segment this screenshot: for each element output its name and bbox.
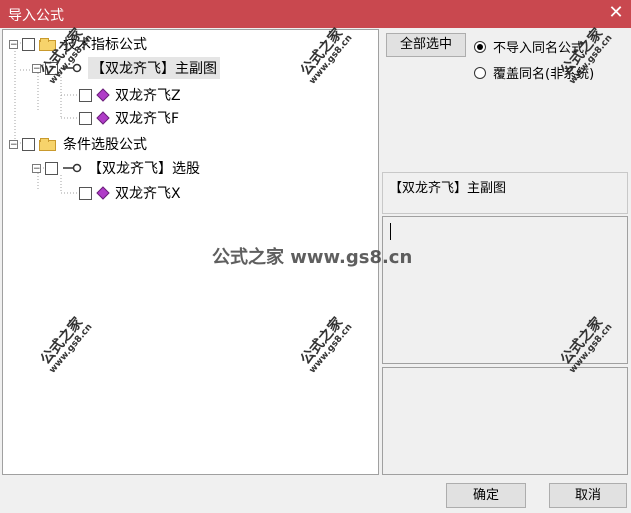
radio-overwrite-same-name[interactable]: 覆盖同名(非系统) <box>474 63 594 82</box>
checkbox[interactable] <box>79 88 92 102</box>
formula-description-box <box>382 367 628 475</box>
radio-skip-same-name[interactable]: 不导入同名公式 <box>474 37 584 56</box>
formula-name-display: 【双龙齐飞】主副图 <box>382 172 628 214</box>
radio-button[interactable] <box>474 66 486 79</box>
collapse-icon[interactable]: − <box>9 39 18 49</box>
folder-icon <box>39 37 57 51</box>
options-panel: 全部选中 不导入同名公式 覆盖同名(非系统) 【双龙齐飞】主副图 <box>381 29 629 475</box>
text-caret <box>390 223 391 240</box>
window-title: 导入公式 <box>8 8 64 24</box>
checkbox[interactable] <box>22 37 35 51</box>
folder-icon <box>39 137 57 151</box>
key-icon <box>63 163 82 173</box>
formula-tree[interactable]: − 技术指标公式 − 【双龙齐飞】主副图 双龙齐飞Z 双龙齐飞F − 条件选股公… <box>2 29 379 475</box>
tree-group-technical[interactable]: − 技术指标公式 <box>9 33 147 55</box>
radio-button[interactable] <box>474 40 486 53</box>
tree-label[interactable]: 双龙齐飞Z <box>115 85 181 105</box>
formula-gem-icon <box>96 88 110 102</box>
formula-editor[interactable] <box>382 216 628 364</box>
tree-label[interactable]: 【双龙齐飞】选股 <box>88 158 200 178</box>
tree-node-main-sub-chart[interactable]: − 【双龙齐飞】主副图 <box>32 57 220 79</box>
tree-label[interactable]: 双龙齐飞F <box>115 108 179 128</box>
close-icon[interactable]: ✕ <box>605 2 627 24</box>
collapse-icon[interactable]: − <box>9 139 18 149</box>
cancel-button[interactable]: 取消 <box>549 483 627 508</box>
tree-label[interactable]: 【双龙齐飞】主副图 <box>88 57 220 79</box>
collapse-icon[interactable]: − <box>32 63 41 73</box>
tree-item-x[interactable]: 双龙齐飞X <box>79 182 181 204</box>
checkbox[interactable] <box>22 137 35 151</box>
tree-label[interactable]: 条件选股公式 <box>63 134 147 154</box>
checkbox[interactable] <box>45 161 58 175</box>
ok-button[interactable]: 确定 <box>446 483 526 508</box>
tree-item-z[interactable]: 双龙齐飞Z <box>79 84 181 106</box>
key-icon <box>63 63 82 73</box>
checkbox[interactable] <box>79 111 92 125</box>
radio-label[interactable]: 覆盖同名(非系统) <box>493 63 594 82</box>
checkbox[interactable] <box>79 186 92 200</box>
collapse-icon[interactable]: − <box>32 163 41 173</box>
tree-group-screening[interactable]: − 条件选股公式 <box>9 133 147 155</box>
tree-label[interactable]: 技术指标公式 <box>63 34 147 54</box>
formula-gem-icon <box>96 186 110 200</box>
formula-gem-icon <box>96 111 110 125</box>
tree-node-screening[interactable]: − 【双龙齐飞】选股 <box>32 157 200 179</box>
checkbox[interactable] <box>45 61 58 75</box>
tree-label[interactable]: 双龙齐飞X <box>115 183 181 203</box>
select-all-button[interactable]: 全部选中 <box>386 33 466 57</box>
title-bar: 导入公式 ✕ <box>0 0 631 28</box>
radio-label[interactable]: 不导入同名公式 <box>493 37 584 56</box>
tree-item-f[interactable]: 双龙齐飞F <box>79 107 179 129</box>
